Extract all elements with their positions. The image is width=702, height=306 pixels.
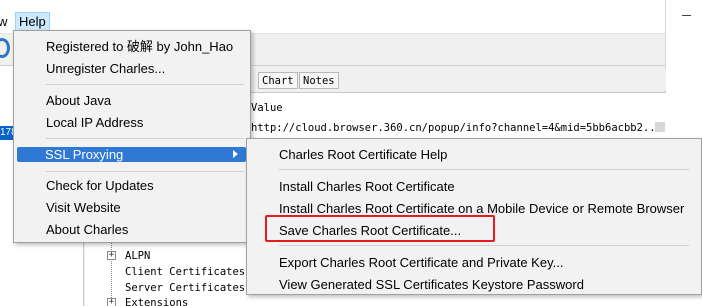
menu-item-registered[interactable]: Registered to 破解 by John_Hao [18, 36, 247, 57]
selected-host-row[interactable]: 178 [0, 126, 14, 140]
submenu-arrow-icon [233, 150, 238, 158]
menu-separator [279, 245, 689, 246]
menubar: w Help [0, 0, 665, 34]
menu-item-check-updates[interactable]: Check for Updates [18, 175, 247, 196]
submenu-item-root-cert-help[interactable]: Charles Root Certificate Help [279, 144, 447, 165]
menu-separator [46, 171, 244, 172]
annotation-highlight-box [265, 215, 495, 242]
tab-chart[interactable]: Chart [258, 72, 298, 89]
submenu-item-export-root-cert[interactable]: Export Charles Root Certificate and Priv… [279, 252, 563, 273]
menu-separator [46, 138, 244, 139]
minimize-icon[interactable] [682, 15, 691, 24]
menu-item-unregister[interactable]: Unregister Charles... [18, 58, 247, 79]
tree-guide [111, 238, 112, 306]
submenu-item-view-keystore-password[interactable]: View Generated SSL Certificates Keystore… [279, 274, 584, 295]
menu-item-about-charles[interactable]: About Charles [18, 219, 247, 240]
tree-item-alpn[interactable]: ALPN [125, 249, 150, 263]
menu-view[interactable]: w [0, 13, 7, 31]
expand-icon[interactable]: + [107, 251, 116, 260]
screen: w Help 178 Chart Notes Value http://clou… [0, 0, 702, 306]
tree-item-extensions[interactable]: Extensions [125, 296, 188, 306]
menu-separator [46, 84, 244, 85]
expand-icon[interactable]: + [107, 298, 116, 306]
help-menu: Registered to 破解 by John_Hao Unregister … [13, 30, 251, 243]
scrollbar[interactable] [655, 122, 665, 132]
menu-item-ssl-proxying-label: SSL Proxying [45, 147, 124, 162]
menu-separator [279, 169, 689, 170]
menu-item-local-ip[interactable]: Local IP Address [18, 112, 247, 133]
menu-item-about-java[interactable]: About Java [18, 90, 247, 111]
detail-column-header: Value [251, 102, 283, 114]
menu-item-visit-website[interactable]: Visit Website [18, 197, 247, 218]
tree-item-server-certificates[interactable]: Server Certificates [125, 281, 245, 295]
detail-url-value[interactable]: http://cloud.browser.360.cn/popup/info?c… [251, 121, 662, 135]
tab-notes[interactable]: Notes [299, 72, 339, 89]
menu-help[interactable]: Help [15, 12, 50, 32]
submenu-item-install-root-cert[interactable]: Install Charles Root Certificate [279, 176, 455, 197]
tree-item-client-certificates[interactable]: Client Certificates [125, 265, 245, 279]
menu-item-ssl-proxying[interactable]: SSL Proxying [17, 147, 246, 162]
